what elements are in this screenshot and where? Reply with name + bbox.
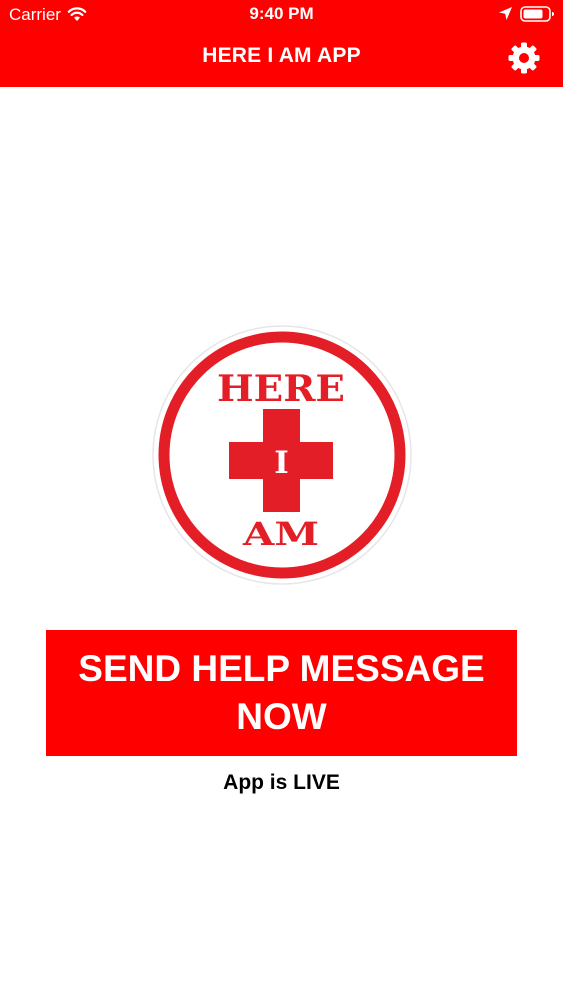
- send-help-message-button[interactable]: SEND HELP MESSAGE NOW: [46, 630, 517, 756]
- battery-icon: [520, 6, 554, 22]
- here-i-am-logo: HERE I AM: [152, 325, 412, 585]
- logo-i-text: I: [274, 445, 289, 481]
- logo-here-text: HERE: [217, 368, 345, 410]
- top-bar: Carrier 9:40 PM HERE I AM APP: [0, 0, 563, 87]
- settings-button[interactable]: [504, 38, 544, 78]
- status-bar: Carrier 9:40 PM: [0, 0, 563, 30]
- location-arrow-icon: [499, 7, 512, 20]
- app-status-label: App is LIVE: [223, 771, 340, 794]
- status-time: 9:40 PM: [249, 4, 314, 23]
- page-title: HERE I AM APP: [202, 44, 361, 67]
- gear-icon: [508, 42, 540, 74]
- logo-am-text: AM: [242, 515, 319, 553]
